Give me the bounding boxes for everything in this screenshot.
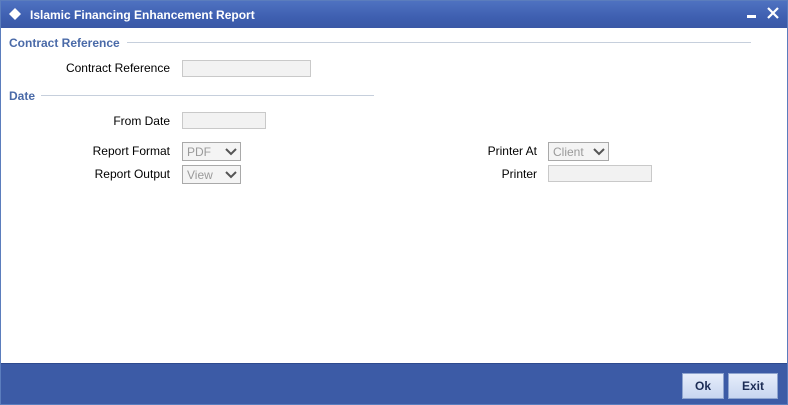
ok-button[interactable]: Ok xyxy=(682,373,724,399)
footer-bar: Ok Exit xyxy=(1,363,787,404)
from-date-input[interactable] xyxy=(182,112,266,129)
chevron-down-icon xyxy=(225,148,237,156)
report-output-label: Report Output xyxy=(94,167,170,181)
section-divider xyxy=(41,95,374,96)
contract-reference-input[interactable] xyxy=(182,60,311,77)
report-format-select[interactable]: PDF xyxy=(182,142,241,161)
printer-at-label: Printer At xyxy=(487,144,537,158)
printer-at-select[interactable]: Client xyxy=(548,142,609,161)
report-window: Islamic Financing Enhancement Report Con… xyxy=(0,0,788,405)
printer-label: Printer xyxy=(501,167,537,181)
from-date-label: From Date xyxy=(113,114,170,128)
chevron-down-icon xyxy=(593,148,605,156)
minimize-icon[interactable] xyxy=(744,5,760,21)
title-bar: Islamic Financing Enhancement Report xyxy=(1,1,787,28)
window-title: Islamic Financing Enhancement Report xyxy=(30,8,255,22)
close-icon[interactable] xyxy=(765,5,781,21)
printer-input[interactable] xyxy=(548,165,652,182)
chevron-down-icon xyxy=(225,171,237,179)
contract-reference-label: Contract Reference xyxy=(65,61,170,75)
exit-button[interactable]: Exit xyxy=(728,373,778,399)
section-title-contract-reference: Contract Reference xyxy=(9,36,120,50)
report-output-value: View xyxy=(187,168,213,182)
section-divider xyxy=(127,42,751,43)
printer-at-value: Client xyxy=(553,145,584,159)
report-format-label: Report Format xyxy=(92,144,170,158)
report-output-select[interactable]: View xyxy=(182,165,241,184)
section-title-date: Date xyxy=(9,89,36,103)
diamond-icon xyxy=(9,8,21,20)
report-format-value: PDF xyxy=(187,145,211,159)
